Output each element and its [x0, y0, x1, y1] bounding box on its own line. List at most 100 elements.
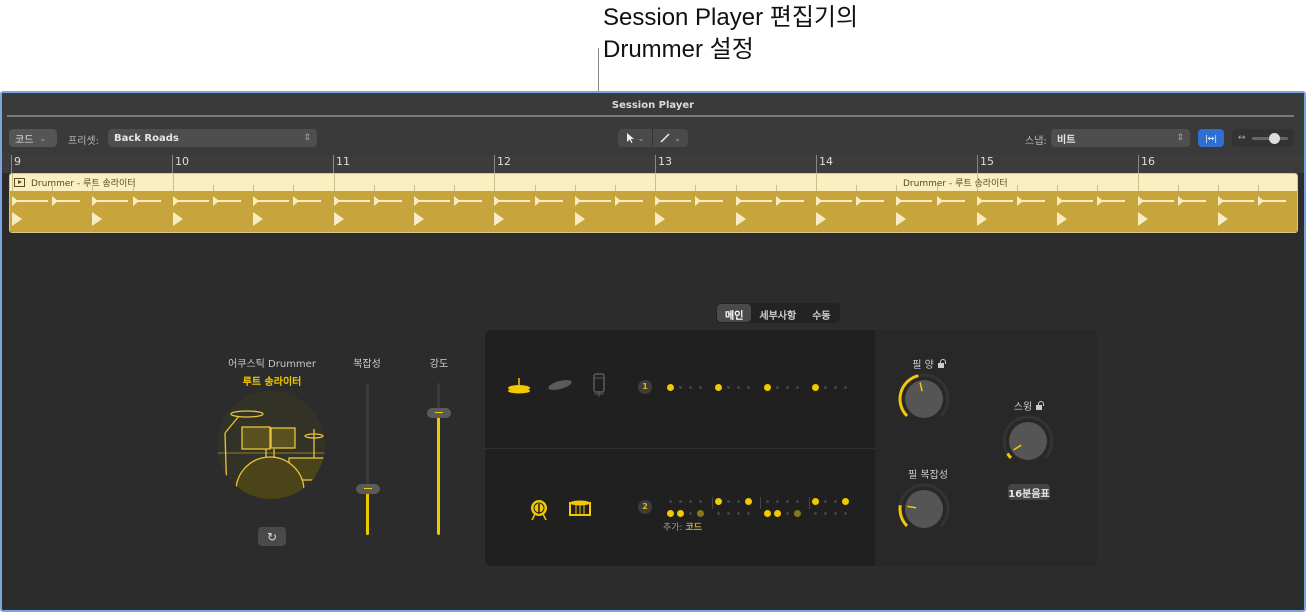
region-header[interactable]: Drummer - 루트 송라이터 Drummer - 루트 송라이터 [10, 174, 1297, 191]
fill-complexity-knob[interactable] [897, 482, 951, 536]
chevron-down-icon: ⌄ [674, 133, 681, 143]
loudness-label: 강도 [429, 359, 449, 370]
snap-label: 스냅: [1025, 136, 1047, 147]
snare-drum-icon[interactable] [569, 500, 591, 518]
unlock-icon[interactable] [1036, 400, 1045, 410]
hihat-hit [92, 196, 129, 206]
zoom-slider[interactable] [1251, 132, 1288, 144]
hihat-hit [856, 196, 885, 206]
swing-resolution-button[interactable]: 16분음표 [1008, 484, 1050, 500]
zoom-slider-thumb[interactable] [1269, 132, 1281, 144]
row1-step-dot [715, 383, 722, 391]
chevron-down-icon: ⌄ [637, 133, 645, 143]
row2-step-dot [765, 499, 769, 503]
preset-label: 프리셋: [68, 136, 99, 147]
row1-step-dot [775, 385, 779, 389]
kick-snare-hit [816, 212, 826, 226]
callout-line-1: Session Player 편집기의 [603, 4, 859, 31]
fill-amount-knob[interactable] [897, 372, 951, 426]
session-player-window: Session Player 코드 ⌄ 프리셋: Back Roads ⇕ ⌄ … [0, 91, 1306, 612]
preset-select[interactable]: Back Roads ⇕ [108, 129, 317, 147]
row2-step-dot [717, 511, 720, 515]
swing-text: 스윙 [1013, 402, 1033, 413]
row2-step-dot [773, 509, 781, 517]
row2-step-dot [727, 499, 730, 503]
row2-step-dot [668, 499, 672, 503]
row2-step-dot [834, 511, 837, 515]
hihat-hit [896, 196, 933, 206]
mode-popup-button[interactable]: 코드 ⌄ [9, 129, 57, 147]
fill-complexity-label: 필 복잡성 [893, 466, 963, 481]
kick-snare-hit [1057, 212, 1068, 226]
drummer-region[interactable]: Drummer - 루트 송라이터 Drummer - 루트 송라이터 [9, 173, 1298, 233]
row2-step-dot [698, 499, 702, 503]
row1-step-dot [812, 383, 819, 391]
region-drum-pattern[interactable] [10, 191, 1297, 232]
row1-step-dot [763, 383, 771, 391]
complexity-slider-thumb[interactable] [356, 484, 380, 495]
row2-step-dot [727, 511, 730, 515]
row1-step-dot [747, 385, 750, 389]
tab-0[interactable]: 메인 [717, 304, 752, 322]
ride-cymbal-icon[interactable] [547, 378, 573, 392]
updown-chevron-icon: ⇕ [303, 133, 311, 143]
beat-divider [711, 497, 713, 509]
tool-selector: ⌄ ⌄ [618, 129, 688, 147]
hihat-hit [1017, 196, 1045, 206]
unlock-icon[interactable] [937, 358, 946, 368]
row1-step-dot [678, 385, 682, 389]
tab-2[interactable]: 수동 [804, 304, 838, 322]
row1-step-dot [737, 385, 740, 389]
hihat-hit [775, 196, 804, 206]
callout-annotation: Session Player 편집기의 Drummer 설정 [603, 2, 858, 66]
loudness-slider-thumb[interactable] [427, 408, 451, 419]
kick-snare-hit [655, 212, 666, 226]
beat-divider [808, 497, 810, 509]
row2-step-dot [666, 509, 674, 517]
pointer-tool-button[interactable]: ⌄ [618, 129, 653, 147]
row-divider [485, 448, 875, 449]
complexity-slider-fill [366, 489, 369, 535]
region-beat-tick [494, 174, 496, 191]
shaker-icon[interactable] [591, 372, 607, 398]
fit-content-button[interactable]: |↔| [1198, 129, 1224, 147]
region-beat-tick [1137, 174, 1139, 191]
ruler-bar-number: 11 [333, 155, 350, 173]
kick-snare-hit [414, 212, 424, 226]
row2-step-dot [737, 499, 740, 503]
ruler-bar-number: 10 [172, 155, 189, 173]
row-number-badge: 1 [638, 380, 652, 394]
hihat-hit [494, 196, 531, 206]
swing-label: 스윙 [993, 398, 1063, 413]
row1-step-dot [698, 385, 702, 389]
hihat-hit [454, 196, 483, 206]
tab-1[interactable]: 세부사항 [751, 304, 804, 322]
snap-select[interactable]: 비트 ⇕ [1051, 129, 1190, 147]
add-label: 추가: [663, 523, 683, 533]
hihat-hit [132, 196, 161, 206]
row2-step-dot [715, 497, 722, 505]
add-value-link[interactable]: 코드 [685, 523, 702, 533]
row1-step-dot [785, 385, 789, 389]
swing-knob[interactable] [1001, 414, 1055, 468]
hihat-hit [52, 196, 81, 206]
kick-drum-icon[interactable] [529, 498, 549, 522]
complexity-label: 복잡성 [353, 359, 381, 370]
region-title: Drummer - 루트 송라이터 [31, 179, 136, 189]
region-beat-tick [976, 174, 978, 191]
ruler-bar-number: 15 [977, 155, 994, 173]
hihat-hit [655, 196, 692, 206]
row2-step-dot [834, 499, 837, 503]
pencil-tool-button[interactable]: ⌄ [653, 129, 688, 147]
ruler-bar-number: 14 [816, 155, 833, 173]
fill-amount-label: 필 양 [893, 356, 963, 371]
hihat-icon[interactable] [507, 376, 531, 394]
drum-kit-image[interactable] [217, 391, 325, 499]
regenerate-button[interactable]: ↻ [258, 527, 286, 546]
drummer-genre: 어쿠스틱 Drummer [228, 359, 316, 370]
timeline-ruler[interactable]: 9 10 11 12 13 14 15 16 [2, 155, 1304, 173]
fill-complexity-text: 필 복잡성 [908, 470, 948, 481]
pencil-icon [660, 133, 670, 143]
hihat-hit [1097, 196, 1126, 206]
row-number-badge: 2 [638, 500, 652, 514]
